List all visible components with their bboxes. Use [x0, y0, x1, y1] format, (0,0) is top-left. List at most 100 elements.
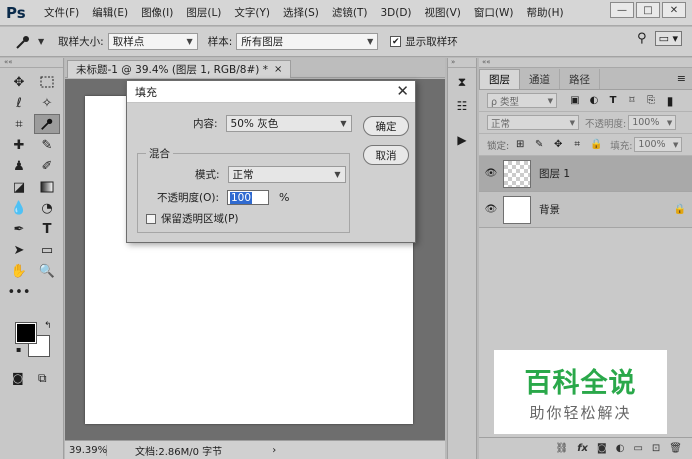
document-tab[interactable]: 未标题-1 @ 39.4% (图层 1, RGB/8#) * ×: [67, 60, 292, 78]
history-panel-icon[interactable]: ⧗: [451, 72, 473, 92]
blend-mode-select[interactable]: 正常 ▼: [487, 115, 579, 130]
tab-channels[interactable]: 通道: [520, 69, 560, 89]
menu-help[interactable]: 帮助(H): [527, 5, 564, 20]
cancel-button[interactable]: 取消: [363, 145, 409, 165]
lock-image-pixels-icon[interactable]: ✎: [531, 139, 547, 150]
mode-select[interactable]: 正常 ▼: [227, 166, 346, 183]
tool-preset-chevron-down-icon[interactable]: ▼: [38, 37, 44, 46]
tab-layers[interactable]: 图层: [479, 69, 520, 89]
history-brush-tool-icon[interactable]: ✐: [34, 156, 60, 176]
lock-artboard-icon[interactable]: ⌗: [569, 139, 585, 150]
layer-filter-select[interactable]: ρ 类型 ▼: [487, 93, 557, 108]
healing-brush-tool-icon[interactable]: ✚: [6, 135, 32, 155]
close-icon[interactable]: ✕: [396, 82, 409, 100]
menu-3d[interactable]: 3D(D): [380, 7, 411, 19]
new-group-icon[interactable]: ▭: [633, 443, 642, 454]
move-tool-icon[interactable]: ✥: [6, 72, 32, 92]
actions-play-icon[interactable]: ▶: [451, 130, 473, 150]
lasso-tool-icon[interactable]: ℓ: [6, 93, 32, 113]
menu-type[interactable]: 文字(Y): [234, 5, 270, 20]
visibility-eye-icon[interactable]: 👁: [479, 204, 503, 215]
adjustment-layer-icon[interactable]: ◐: [616, 443, 625, 454]
ok-button[interactable]: 确定: [363, 116, 409, 136]
eraser-tool-icon[interactable]: ◪: [6, 177, 32, 197]
visibility-eye-icon[interactable]: 👁: [479, 168, 503, 179]
crop-tool-icon[interactable]: ⌗: [6, 114, 32, 134]
sample-size-select[interactable]: 取样点 ▼: [107, 33, 198, 50]
default-colors-icon[interactable]: ▪: [16, 345, 21, 354]
dock-collapse-icon[interactable]: »: [448, 58, 476, 68]
dodge-tool-icon[interactable]: ◔: [34, 198, 60, 218]
eyedropper-tool-icon[interactable]: [34, 114, 60, 134]
clone-stamp-tool-icon[interactable]: ♟: [6, 156, 32, 176]
properties-panel-icon[interactable]: ☷: [451, 96, 473, 116]
zoom-tool-icon[interactable]: 🔍: [34, 261, 60, 281]
screen-mode-icon[interactable]: ⧉: [38, 371, 47, 386]
close-button[interactable]: ✕: [662, 2, 686, 18]
lock-transparent-pixels-icon[interactable]: ⊞: [512, 139, 528, 150]
more-tools-icon[interactable]: •••: [6, 282, 32, 302]
hand-tool-icon[interactable]: ✋: [6, 261, 32, 281]
chevron-down-icon: ▼: [367, 37, 374, 46]
minimize-button[interactable]: —: [610, 2, 634, 18]
gradient-tool-icon[interactable]: [34, 177, 60, 197]
filter-smart-object-icon[interactable]: ⎘: [643, 95, 659, 106]
swap-colors-icon[interactable]: ↰: [44, 321, 52, 331]
path-selection-tool-icon[interactable]: ➤: [6, 240, 32, 260]
maximize-button[interactable]: □: [636, 2, 660, 18]
menu-select[interactable]: 选择(S): [283, 5, 319, 20]
tools-panel-collapse-icon[interactable]: ««: [0, 58, 63, 68]
preserve-transparency-checkbox[interactable]: [146, 213, 156, 224]
filter-adjustment-icon[interactable]: ◐: [586, 95, 602, 106]
fill-label: 填充:: [610, 140, 633, 152]
preserve-transparency-label: 保留透明区域(P): [161, 213, 239, 225]
new-layer-icon[interactable]: ⊡: [652, 443, 660, 454]
eyedropper-icon[interactable]: [8, 31, 38, 53]
layer-opacity-input[interactable]: 100% ▼: [628, 115, 677, 130]
search-icon[interactable]: ⚲: [637, 31, 647, 46]
menu-file[interactable]: 文件(F): [44, 5, 79, 20]
layer-row-background[interactable]: 👁 背景 🔒: [479, 192, 692, 228]
sample-select[interactable]: 所有图层 ▼: [236, 33, 379, 50]
opacity-percent: %: [279, 191, 290, 204]
sample-size-label: 取样大小:: [58, 36, 104, 48]
layer-fill-input[interactable]: 100% ▼: [634, 137, 683, 152]
menu-edit[interactable]: 编辑(E): [92, 5, 128, 20]
menu-layer[interactable]: 图层(L): [186, 5, 221, 20]
layer-row-layer1[interactable]: 👁 图层 1: [479, 156, 692, 192]
menu-filter[interactable]: 滤镜(T): [332, 5, 368, 20]
tab-paths[interactable]: 路径: [560, 69, 600, 89]
zoom-level[interactable]: 39.39%: [67, 444, 107, 456]
lock-position-icon[interactable]: ✥: [550, 139, 566, 150]
show-sampling-ring-checkbox[interactable]: ✔: [390, 36, 402, 47]
delete-layer-icon[interactable]: 🗑: [669, 443, 682, 454]
panel-menu-icon[interactable]: ≡: [677, 72, 686, 85]
filter-pixel-icon[interactable]: ▣: [567, 95, 583, 106]
blur-tool-icon[interactable]: 💧: [6, 198, 32, 218]
link-layers-icon[interactable]: ⛓: [556, 443, 569, 454]
contents-select[interactable]: 50% 灰色 ▼: [225, 115, 352, 132]
type-tool-icon[interactable]: T: [34, 219, 60, 239]
layers-panel-collapse-icon[interactable]: ««: [479, 58, 692, 68]
magic-wand-tool-icon[interactable]: ✧: [34, 93, 60, 113]
close-icon[interactable]: ×: [274, 64, 282, 75]
filter-toggle-icon[interactable]: ▮: [662, 94, 678, 108]
quick-mask-icon[interactable]: ◙: [12, 371, 24, 385]
pen-tool-icon[interactable]: ✒: [6, 219, 32, 239]
lock-all-icon[interactable]: 🔒: [588, 139, 604, 150]
opacity-input[interactable]: 100: [227, 190, 269, 205]
menu-window[interactable]: 窗口(W): [474, 5, 514, 20]
add-mask-icon[interactable]: ◙: [597, 443, 607, 454]
filter-shape-icon[interactable]: ⌑: [624, 95, 640, 106]
layer-style-fx-icon[interactable]: fx: [577, 443, 588, 454]
marquee-tool-icon[interactable]: [34, 72, 60, 92]
brush-tool-icon[interactable]: ✎: [34, 135, 60, 155]
workspace-icon[interactable]: ▭ ▾: [654, 31, 682, 46]
options-bar: ▼ 取样大小: 取样点 ▼ 样本: 所有图层 ▼ ✔ 显示取样环 ⚲ ▭ ▾: [0, 27, 692, 57]
status-menu-arrow-icon[interactable]: ›: [272, 445, 276, 456]
menu-image[interactable]: 图像(I): [141, 5, 173, 20]
filter-type-icon[interactable]: T: [605, 95, 621, 106]
rectangle-tool-icon[interactable]: ▭: [34, 240, 60, 260]
foreground-color-swatch[interactable]: [15, 322, 37, 344]
menu-view[interactable]: 视图(V): [425, 5, 461, 20]
